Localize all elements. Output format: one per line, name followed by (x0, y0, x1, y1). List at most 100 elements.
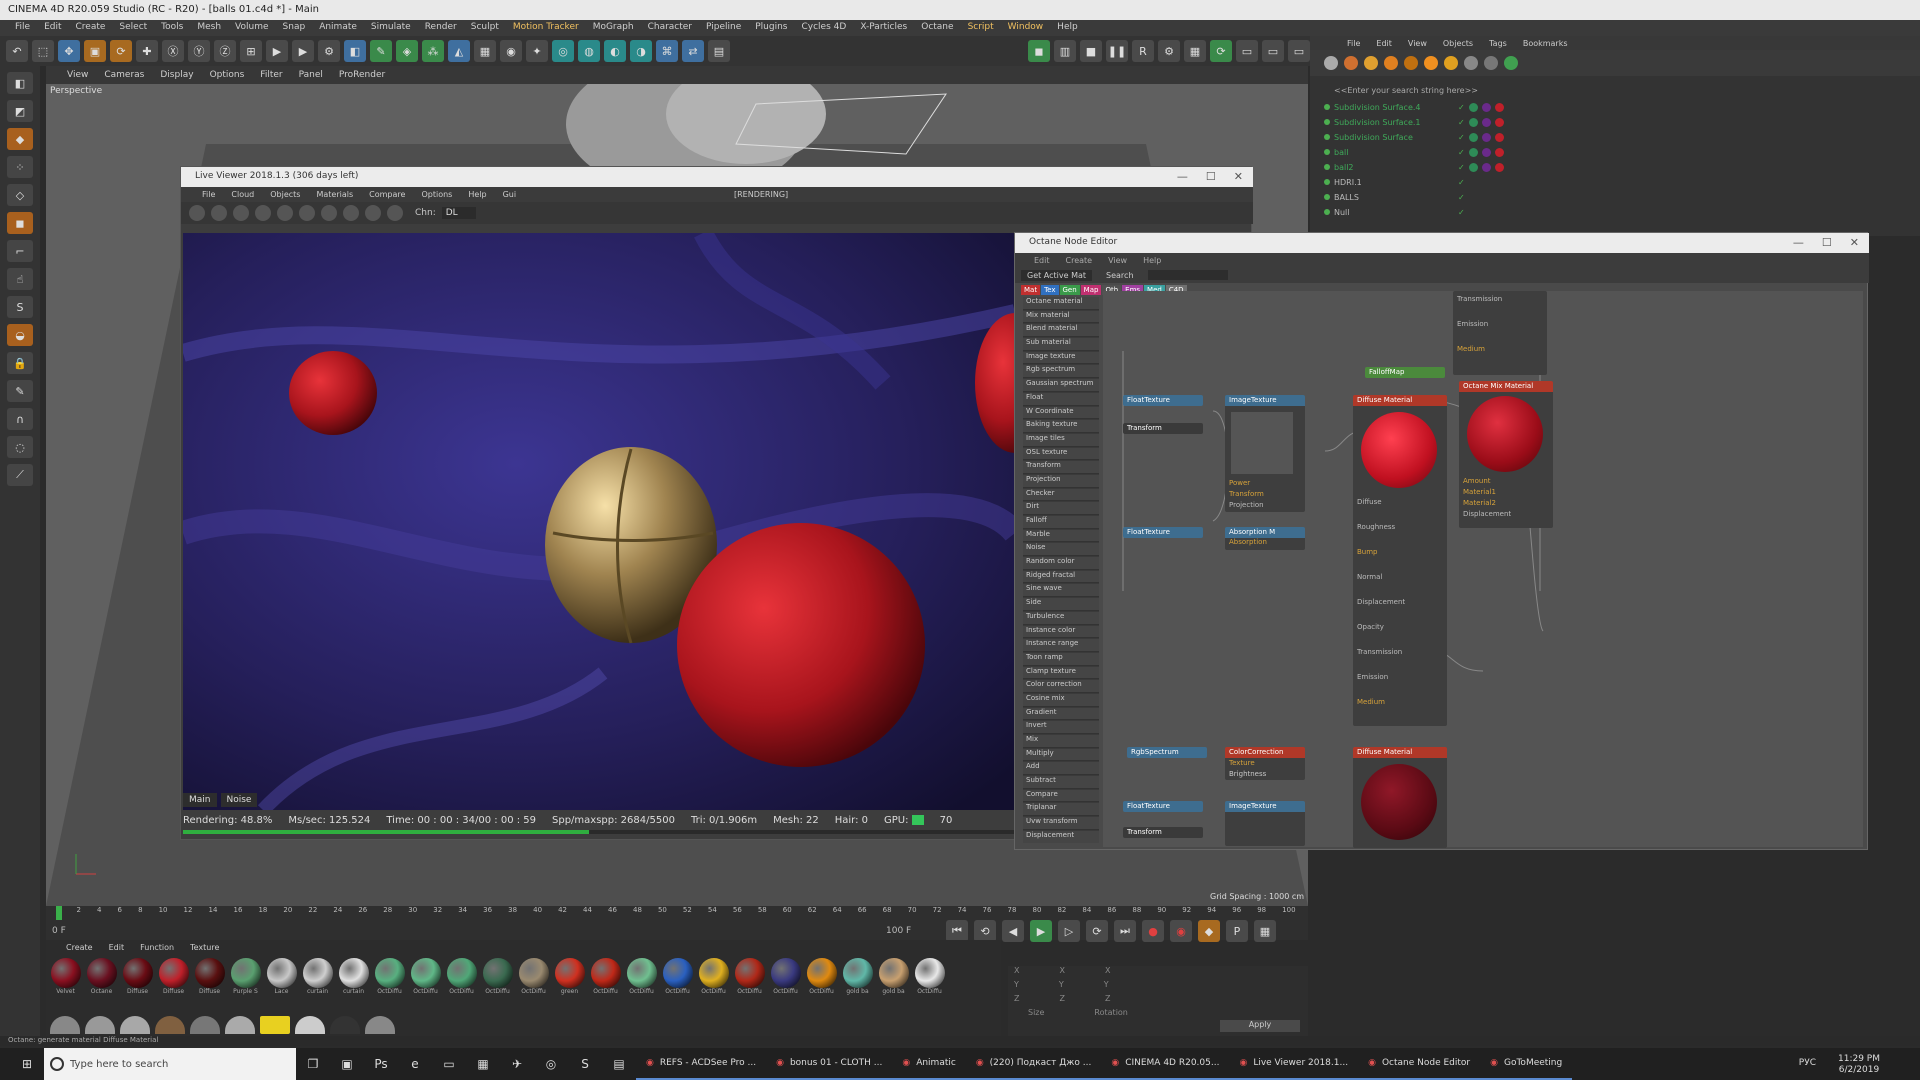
photoshop-icon[interactable]: Ps (370, 1053, 392, 1075)
brush-icon[interactable]: ✎ (7, 380, 33, 402)
material-thumb[interactable]: OctDiffu (734, 958, 765, 997)
object-row[interactable]: ball2 ✓ (1324, 160, 1914, 174)
node-list-item[interactable]: Compare (1023, 789, 1099, 803)
autokey-icon[interactable]: ◉ (1170, 920, 1192, 942)
octane-env-icon[interactable] (1384, 56, 1398, 70)
menu-item-sculpt[interactable]: Sculpt (464, 20, 506, 36)
menu-item-snap[interactable]: Snap (276, 20, 313, 36)
material-tag-icon[interactable] (1468, 147, 1478, 157)
octane-camera-icon[interactable] (1464, 56, 1478, 70)
timeline-grid-icon[interactable]: ▦ (1254, 920, 1276, 942)
node-list-item[interactable]: Projection (1023, 474, 1099, 488)
menu-item-x-particles[interactable]: X-Particles (853, 20, 914, 36)
material-thumb[interactable]: gold ba (878, 958, 909, 997)
windows-start-icon[interactable]: ⊞ (16, 1053, 38, 1075)
node-port[interactable]: Medium (1353, 694, 1447, 719)
menu-item-mesh[interactable]: Mesh (190, 20, 228, 36)
lock-icon[interactable] (299, 205, 315, 221)
move-tool-icon[interactable]: ✥ (58, 40, 80, 62)
node-list-item[interactable]: Baking texture (1023, 420, 1099, 433)
array-icon[interactable]: ⁂ (422, 40, 444, 62)
viewport-menu-display[interactable]: Display (153, 70, 200, 80)
close-icon[interactable]: ✕ (1850, 236, 1859, 249)
undo-icon[interactable]: ↶ (6, 40, 28, 62)
material-thumb[interactable]: Lace (266, 958, 297, 997)
node-list-item[interactable]: Gradient (1023, 707, 1099, 721)
node-port[interactable]: Roughness (1353, 519, 1447, 544)
taskbar-app[interactable]: ◉ bonus 01 - CLOTH ... (766, 1048, 893, 1080)
material-thumb[interactable]: Diffuse (122, 958, 153, 997)
knife-icon[interactable]: ⟋ (7, 464, 33, 486)
material-thumb[interactable]: curtain (302, 958, 333, 997)
apply-button[interactable]: Apply (1220, 1020, 1300, 1032)
object-tool-icon[interactable] (1324, 56, 1338, 70)
skype-icon[interactable]: S (574, 1053, 596, 1075)
floor-icon[interactable]: ▦ (474, 40, 496, 62)
live-menu-file[interactable]: File (195, 190, 222, 199)
node-list-item[interactable]: Sine wave (1023, 584, 1099, 598)
object-row[interactable]: Subdivision Surface.4 ✓ (1324, 100, 1914, 114)
node-menu-help[interactable]: Help (1136, 256, 1168, 265)
menu-item-render[interactable]: Render (418, 20, 464, 36)
render-tab-main[interactable]: Main (183, 793, 217, 807)
material-tag-icon[interactable] (1481, 117, 1491, 127)
material-thumb[interactable]: OctDiffu (698, 958, 729, 997)
material-thumb[interactable] (365, 1016, 395, 1034)
live-menu-compare[interactable]: Compare (362, 190, 412, 199)
node-menu-edit[interactable]: Edit (1027, 256, 1057, 265)
object-search-input[interactable]: <<Enter your search string here>> (1334, 86, 1478, 95)
material-thumb[interactable]: Velvet (50, 958, 81, 997)
menu-item-octane[interactable]: Octane (914, 20, 960, 36)
telegram-icon[interactable]: ✈ (506, 1053, 528, 1075)
menu-item-script[interactable]: Script (961, 20, 1001, 36)
play-icon[interactable]: ▶ (1030, 920, 1052, 942)
region-icon[interactable] (255, 205, 271, 221)
node-port[interactable]: Amount (1463, 476, 1511, 487)
node-port[interactable]: Transmission (1353, 644, 1447, 669)
live-menu-objects[interactable]: Objects (263, 190, 307, 199)
octane-sun-icon[interactable] (1424, 56, 1438, 70)
object-menu-edit[interactable]: Edit (1369, 39, 1399, 48)
material-thumb[interactable]: Octane (86, 958, 117, 997)
model-mode-icon[interactable]: ◧ (7, 72, 33, 94)
node-list-item[interactable]: Add (1023, 762, 1099, 776)
node-port[interactable]: Brightness (1229, 769, 1305, 780)
go-to-start-icon[interactable]: ⏮ (946, 920, 968, 942)
material-tag-icon[interactable] (1494, 117, 1504, 127)
timeline[interactable]: 0246810121416182022242628303234363840424… (46, 906, 1308, 942)
render-view-icon[interactable]: ▶ (266, 40, 288, 62)
viewport-menu-panel[interactable]: Panel (292, 70, 330, 80)
pause-icon[interactable] (233, 205, 249, 221)
timeline-playhead[interactable] (56, 906, 62, 920)
z-axis-icon[interactable]: Ⓩ (214, 40, 236, 62)
material-tag-icon[interactable] (1494, 147, 1504, 157)
octane-area-icon[interactable] (1444, 56, 1458, 70)
material-thumb[interactable]: curtain (338, 958, 369, 997)
search-input[interactable] (1147, 270, 1228, 280)
menu-item-file[interactable]: File (8, 20, 37, 36)
material-thumb[interactable]: OctDiffu (806, 958, 837, 997)
step-forward-icon[interactable]: ▷ (1058, 920, 1080, 942)
object-row[interactable]: HDRI.1 ✓ (1324, 175, 1914, 189)
material-tag-icon[interactable] (1468, 117, 1478, 127)
toggle-icon[interactable]: ⇄ (682, 40, 704, 62)
node-port[interactable]: Diffuse (1353, 494, 1447, 519)
material-tag-icon[interactable] (1468, 162, 1478, 172)
node-list-item[interactable]: Image tiles (1023, 433, 1099, 447)
node-list-item[interactable]: Mix (1023, 735, 1099, 748)
render-settings-icon[interactable]: ⚙ (318, 40, 340, 62)
material-tag-icon[interactable] (1494, 102, 1504, 112)
camera-icon[interactable]: ◉ (500, 40, 522, 62)
float-texture-node-3[interactable]: FloatTexture (1123, 801, 1203, 812)
object-menu-bookmarks[interactable]: Bookmarks (1516, 39, 1575, 48)
absorption-medium-node[interactable]: Absorption M Absorption (1225, 527, 1305, 550)
node-list-item[interactable]: Checker (1023, 488, 1099, 502)
material-thumb[interactable]: OctDiffu (914, 958, 945, 997)
position-key-icon[interactable]: P (1226, 920, 1248, 942)
viewport-menu-filter[interactable]: Filter (253, 70, 289, 80)
visibility-dot-icon[interactable] (1324, 149, 1330, 155)
node-port[interactable]: Emission (1353, 669, 1447, 694)
node-list-item[interactable]: Octane material (1023, 297, 1099, 310)
window-icon-3[interactable]: ▭ (1288, 40, 1310, 62)
chrome-icon[interactable]: ◎ (540, 1053, 562, 1075)
